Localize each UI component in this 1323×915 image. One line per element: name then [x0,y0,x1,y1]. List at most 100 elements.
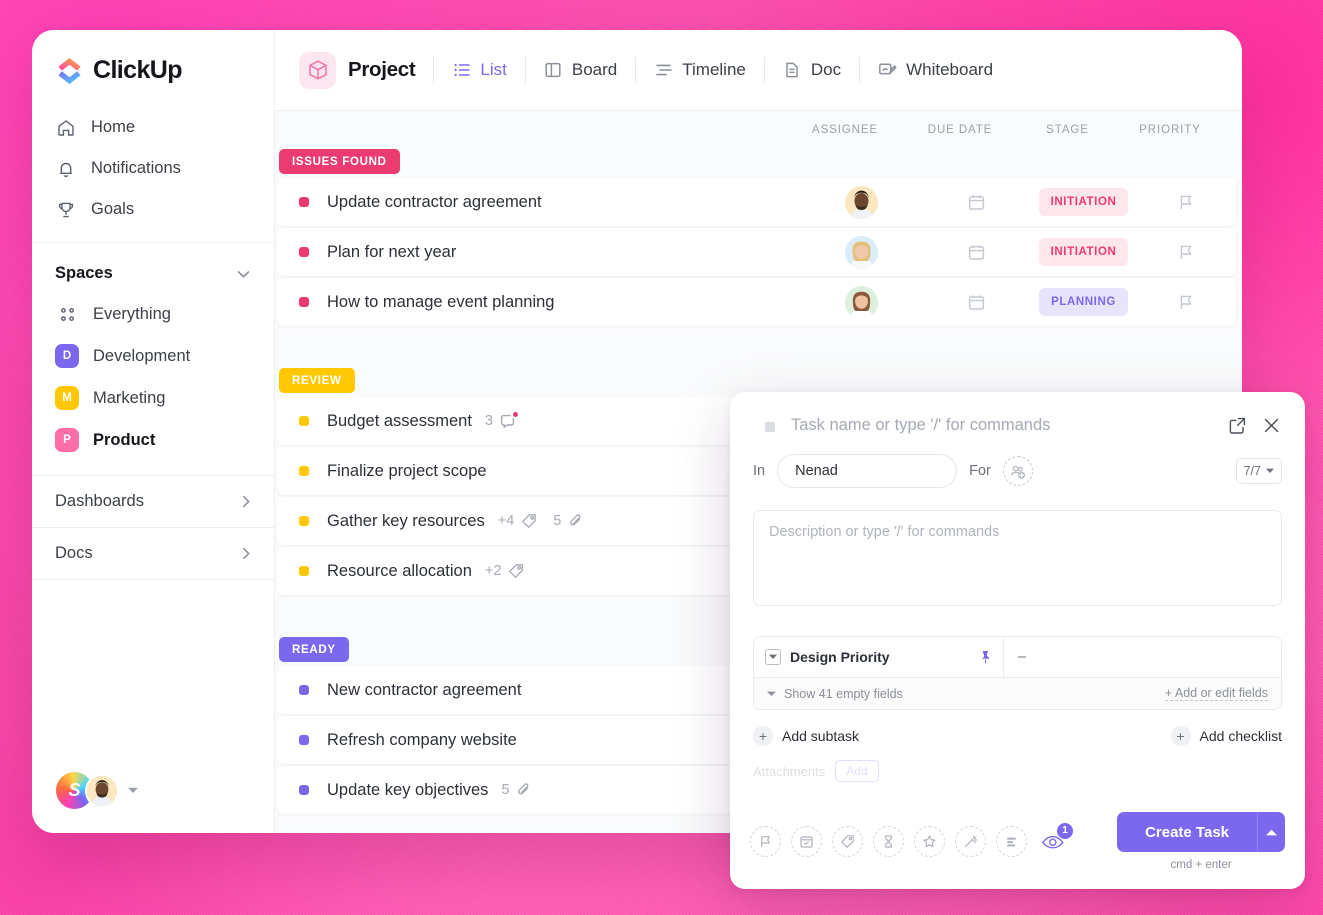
avatar [844,235,878,269]
attachment-count: 5 [553,513,562,529]
sidebar-item-dashboards[interactable]: Dashboards [32,475,274,527]
user-avatar[interactable] [85,773,119,808]
flag-icon [1177,193,1195,211]
hourglass-icon[interactable] [873,826,904,857]
cell-stage[interactable]: INITIATION [1031,188,1136,216]
calendar-check-icon[interactable] [791,826,822,857]
column-header-priority[interactable]: PRIORITY [1120,124,1220,136]
status-badge: PLANNING [1039,288,1128,316]
sidebar: ClickUp Home Notifications Goals Spaces … [32,30,275,833]
clickup-logo-icon [55,56,84,85]
add-checklist-button[interactable]: + Add checklist [1170,726,1282,746]
chevron-right-icon [242,547,250,560]
field-count-dropdown[interactable]: 7/7 [1235,458,1282,484]
create-task-modal: Task name or type '/' for commands In Ne… [730,392,1305,889]
sidebar-item-goals[interactable]: Goals [44,189,262,230]
group-status-badge[interactable]: READY [279,637,349,662]
add-people-icon[interactable] [1002,456,1033,486]
task-status-bullet [299,735,309,745]
add-subtask-button[interactable]: + Add subtask [753,726,859,746]
task-name: Update contractor agreement [327,192,542,211]
column-header-stage[interactable]: STAGE [1015,124,1120,136]
cell-priority[interactable] [1136,243,1236,261]
create-task-button[interactable]: Create Task [1117,812,1257,852]
cell-due-date[interactable] [921,193,1031,212]
cell-priority[interactable] [1136,293,1236,311]
create-task-options-button[interactable] [1257,812,1285,852]
task-status-square-icon[interactable] [765,422,775,432]
sidebar-item-label: Goals [91,200,135,218]
column-header-due-date[interactable]: DUE DATE [905,124,1015,136]
table-row[interactable]: Update contractor agreement INITIATION [277,178,1236,226]
cell-due-date[interactable] [921,293,1031,312]
custom-field-row[interactable]: Design Priority – [754,637,1281,677]
comment-icon[interactable] [499,411,518,430]
clickup-logo[interactable]: ClickUp [32,30,274,105]
tag-icon[interactable] [520,513,537,530]
sidebar-item-product[interactable]: P Product [44,419,262,461]
task-description-input[interactable]: Description or type '/' for commands [753,510,1282,606]
sidebar-item-home[interactable]: Home [44,107,262,148]
priority-bars-icon[interactable] [996,826,1027,857]
cell-stage[interactable]: INITIATION [1031,238,1136,266]
column-header-assignee[interactable]: ASSIGNEE [785,124,905,136]
sidebar-item-development[interactable]: D Development [44,335,262,377]
group-status-badge[interactable]: REVIEW [279,368,355,393]
tab-board[interactable]: Board [544,60,617,80]
group-status-badge[interactable]: ISSUES FOUND [279,149,400,174]
cell-priority[interactable] [1136,193,1236,211]
eye-icon[interactable]: 1 [1037,822,1073,858]
cell-assignee[interactable] [801,235,921,269]
attachment-icon[interactable] [567,513,584,530]
tab-list[interactable]: List [452,60,507,80]
home-icon [55,117,76,138]
watcher-count-badge: 1 [1057,822,1073,839]
sidebar-item-marketing[interactable]: M Marketing [44,377,262,419]
sidebar-bottom-divider [32,579,274,580]
cell-stage[interactable]: PLANNING [1031,288,1136,316]
attachment-icon[interactable] [516,782,533,799]
table-row[interactable]: How to manage event planning PLANNING [277,278,1236,326]
magic-wand-icon[interactable] [955,826,986,857]
cell-assignee[interactable] [801,285,921,319]
table-row[interactable]: Plan for next year INITIATION [277,228,1236,276]
close-icon[interactable] [1260,414,1282,436]
add-attachment-button[interactable]: Add [835,760,879,782]
list-selector[interactable]: Nenad [777,454,958,488]
calendar-icon [967,243,986,262]
flag-icon[interactable] [750,826,781,857]
show-empty-fields-toggle[interactable]: Show 41 empty fields [784,687,903,701]
add-or-edit-fields-button[interactable]: + Add or edit fields [1164,686,1268,701]
sidebar-item-label: Marketing [93,388,166,407]
task-status-bullet [299,516,309,526]
topbar-divider [635,57,637,83]
whiteboard-icon [878,61,897,80]
task-meta: +2 [485,563,525,580]
task-rows: Update contractor agreement INITIATION P… [277,178,1236,326]
user-menu-caret-icon[interactable] [128,787,138,794]
tab-label: Board [571,60,618,79]
cell-due-date[interactable] [921,243,1031,262]
tab-timeline[interactable]: Timeline [654,60,746,80]
tab-label: Doc [810,60,842,79]
tag-icon[interactable] [507,563,524,580]
sidebar-item-everything[interactable]: Everything [44,293,262,335]
star-icon[interactable] [914,826,945,857]
pin-icon[interactable] [979,650,992,664]
task-name-input[interactable]: Task name or type '/' for commands [791,414,1226,435]
tab-whiteboard[interactable]: Whiteboard [878,60,993,80]
cell-assignee[interactable] [801,185,921,219]
in-label: In [753,463,766,479]
sidebar-item-docs[interactable]: Docs [32,527,274,579]
dropdown-field-icon [765,649,781,665]
custom-field-value[interactable]: – [1004,649,1281,665]
shortcut-hint: cmd + enter [1170,859,1232,871]
expand-icon[interactable] [1226,414,1248,436]
chevron-down-icon [237,270,250,278]
tab-doc[interactable]: Doc [783,60,841,80]
spaces-section-header[interactable]: Spaces [32,243,274,293]
flag-icon [1177,243,1195,261]
tag-icon[interactable] [832,826,863,857]
task-status-bullet [299,566,309,576]
sidebar-item-notifications[interactable]: Notifications [44,148,262,189]
